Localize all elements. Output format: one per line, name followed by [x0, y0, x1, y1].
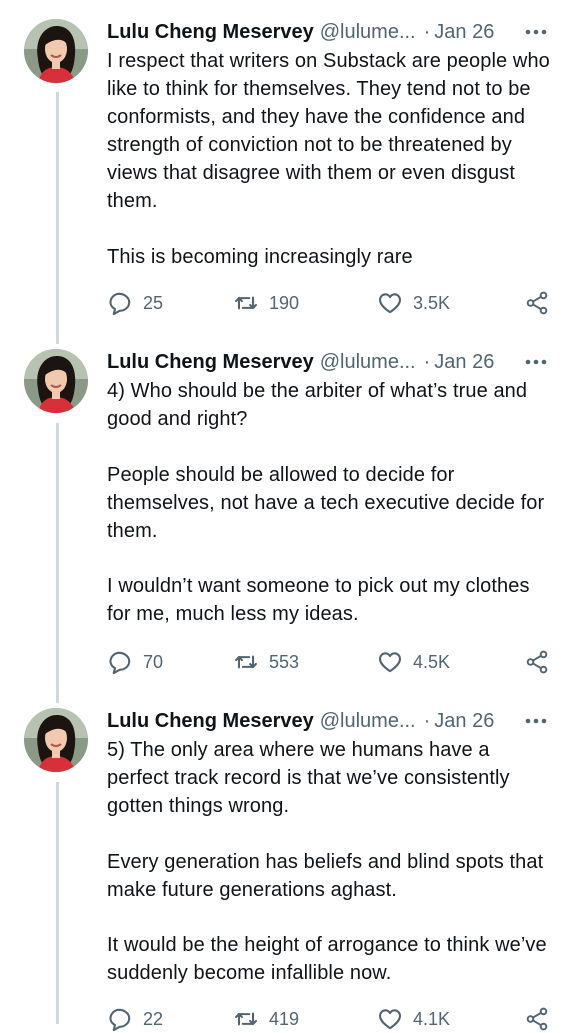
thread-line [56, 92, 59, 344]
author-handle[interactable]: @lulume... [320, 708, 416, 734]
tweet-date[interactable]: Jan 26 [434, 349, 494, 375]
reply-count: 25 [143, 293, 164, 313]
tweet-paragraph: I respect that writers on Substack are p… [107, 50, 550, 212]
tweet-actions: 22 419 4.1K [107, 1005, 557, 1033]
tweet-actions: 70 553 4.5K [107, 648, 557, 676]
retweet-button[interactable]: 553 [233, 648, 299, 676]
reply-button[interactable]: 22 [107, 1005, 163, 1033]
retweet-button[interactable]: 190 [233, 289, 299, 317]
retweet-count: 190 [269, 293, 300, 313]
retweet-arrows-icon [235, 296, 257, 310]
more-horizontal-icon[interactable] [523, 708, 549, 734]
share-button[interactable] [524, 648, 550, 676]
tweet-text: 4) Who should be the arbiter of what’s t… [107, 377, 557, 628]
tweet-paragraph: 5) The only area where we humans have a … [107, 739, 510, 817]
more-horizontal-icon[interactable] [523, 19, 549, 45]
tweet-paragraph: 4) Who should be the arbiter of what’s t… [107, 380, 528, 430]
reply-bubble-icon [109, 651, 131, 675]
tweet-header: Lulu Cheng Meservey @lulume... · Jan 26 [107, 19, 557, 45]
reply-bubble-icon [109, 1008, 131, 1032]
author-name[interactable]: Lulu Cheng Meservey [107, 708, 314, 734]
more-horizontal-icon[interactable] [523, 349, 549, 375]
reply-button[interactable]: 70 [107, 648, 163, 676]
retweet-button[interactable]: 419 [233, 1005, 299, 1033]
author-handle[interactable]: @lulume... [320, 19, 416, 45]
separator-dot: · [423, 710, 431, 732]
share-nodes-icon [526, 650, 548, 674]
retweet-count: 553 [269, 652, 300, 672]
heart-icon [379, 652, 401, 673]
share-button[interactable] [524, 1005, 550, 1033]
tweet-paragraph: People should be allowed to decide for t… [107, 463, 545, 542]
like-count: 3.5K [413, 293, 451, 313]
reply-button[interactable]: 25 [107, 289, 163, 317]
separator-dot: · [423, 21, 431, 43]
like-button[interactable]: 4.5K [377, 648, 450, 676]
reply-count: 70 [143, 652, 164, 672]
tweet-date[interactable]: Jan 26 [434, 19, 494, 45]
heart-icon [379, 1009, 401, 1030]
tweet-paragraph: I wouldn’t want someone to pick out my c… [107, 575, 530, 625]
tweet-paragraph: It would be the height of arrogance to t… [107, 934, 547, 984]
tweet-header: Lulu Cheng Meservey @lulume... · Jan 26 [107, 708, 557, 734]
separator-dot: · [423, 351, 431, 373]
like-button[interactable]: 4.1K [377, 1005, 450, 1033]
reply-bubble-icon [109, 292, 131, 316]
tweet-actions: 25 190 3.5K [107, 289, 557, 317]
avatar[interactable] [24, 708, 88, 772]
thread-line [56, 423, 59, 703]
tweet-text: 5) The only area where we humans have a … [107, 736, 557, 987]
retweet-arrows-icon [235, 1012, 257, 1026]
reply-count: 22 [143, 1009, 164, 1029]
avatar-photo [24, 708, 88, 772]
tweet-paragraph: This is becoming increasingly rare [107, 245, 413, 268]
like-count: 4.5K [413, 652, 451, 672]
tweet-paragraph: Every generation has beliefs and blind s… [107, 850, 544, 901]
avatar-photo [24, 349, 88, 413]
tweet-header: Lulu Cheng Meservey @lulume... · Jan 26 [107, 349, 557, 375]
retweet-count: 419 [269, 1009, 300, 1029]
retweet-arrows-icon [235, 655, 257, 669]
author-name[interactable]: Lulu Cheng Meservey [107, 349, 314, 375]
share-nodes-icon [526, 291, 548, 315]
tweet-text: I respect that writers on Substack are p… [107, 47, 557, 271]
author-name[interactable]: Lulu Cheng Meservey [107, 19, 314, 45]
tweet-date[interactable]: Jan 26 [434, 708, 494, 734]
author-handle[interactable]: @lulume... [320, 349, 416, 375]
avatar[interactable] [24, 349, 88, 413]
share-button[interactable] [524, 289, 550, 317]
like-button[interactable]: 3.5K [377, 289, 450, 317]
share-nodes-icon [526, 1007, 548, 1031]
thread-line [56, 782, 59, 1024]
avatar-photo [24, 19, 88, 83]
avatar[interactable] [24, 19, 88, 83]
heart-icon [379, 293, 401, 314]
like-count: 4.1K [413, 1009, 451, 1029]
